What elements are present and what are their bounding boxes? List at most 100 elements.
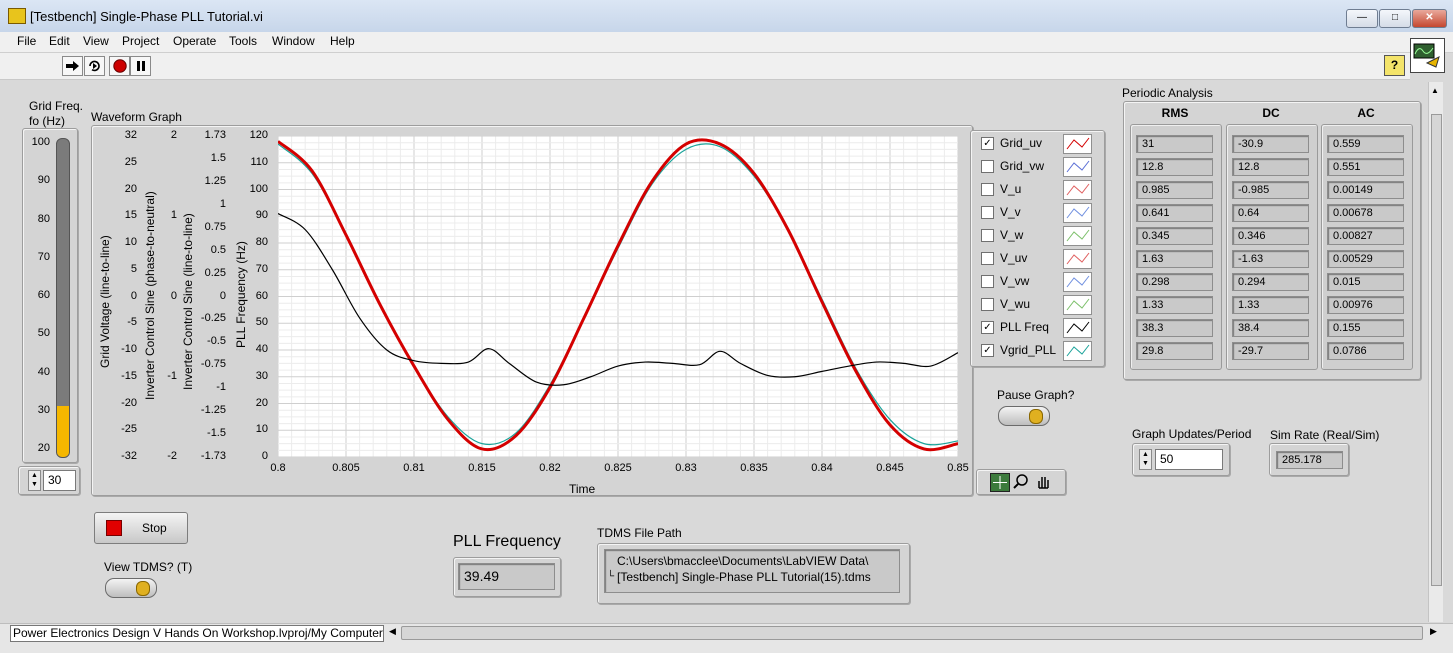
run-continuously-button[interactable] xyxy=(84,56,105,76)
grid-freq-tick: 20 xyxy=(37,442,50,454)
y-axis3-tick: 0.5 xyxy=(210,243,226,256)
legend-plot-swatch[interactable] xyxy=(1063,203,1092,223)
legend-checkbox[interactable] xyxy=(981,183,994,196)
y-axis3-tick: 1.5 xyxy=(210,151,226,164)
legend-item[interactable]: ✓ Grid_uv xyxy=(971,133,1098,156)
menu-project[interactable]: Project xyxy=(122,34,159,48)
graph-updates-label: Graph Updates/Period xyxy=(1132,427,1252,441)
legend-item-label: Grid_vw xyxy=(1000,159,1045,173)
legend-item[interactable]: V_vw xyxy=(971,271,1098,294)
y-axis1-tick: 5 xyxy=(130,262,137,275)
periodic-cell: 0.346 xyxy=(1232,227,1309,245)
grid-freq-tick: 90 xyxy=(37,174,50,187)
minimize-button[interactable]: — xyxy=(1346,9,1378,28)
x-axis-tick: 0.845 xyxy=(876,462,904,474)
legend-plot-swatch[interactable] xyxy=(1063,134,1092,154)
waveform-plot-area[interactable] xyxy=(278,136,958,457)
legend-item[interactable]: ✓ Vgrid_PLL xyxy=(971,340,1098,363)
y-axis4-tick: 70 xyxy=(255,262,268,275)
legend-item[interactable]: V_w xyxy=(971,225,1098,248)
legend-checkbox[interactable] xyxy=(981,160,994,173)
grid-freq-tick: 30 xyxy=(37,403,50,416)
stop-button[interactable]: Stop xyxy=(94,512,188,544)
menu-window[interactable]: Window xyxy=(272,34,315,48)
grid-freq-value-input[interactable]: 30 xyxy=(43,470,76,491)
y-axis3-tick: 0.25 xyxy=(204,266,226,279)
periodic-cell: 0.00149 xyxy=(1327,181,1404,199)
legend-checkbox[interactable] xyxy=(981,229,994,242)
legend-plot-swatch[interactable] xyxy=(1063,318,1092,338)
y-axis3-tick: -1.73 xyxy=(200,450,226,462)
legend-item[interactable]: ✓ PLL Freq xyxy=(971,317,1098,340)
pan-tool[interactable] xyxy=(1034,473,1052,490)
scroll-right-icon[interactable]: ▶ xyxy=(1430,626,1437,637)
periodic-analysis-label: Periodic Analysis xyxy=(1122,86,1213,100)
legend-item-label: V_w xyxy=(1000,228,1024,242)
legend-item-label: PLL Freq xyxy=(1000,320,1049,334)
legend-checkbox[interactable]: ✓ xyxy=(981,321,994,334)
horizontal-scroll-thumb[interactable] xyxy=(401,626,1423,640)
pause-graph-label: Pause Graph? xyxy=(997,388,1075,402)
legend-item-label: Vgrid_PLL xyxy=(1000,343,1057,357)
legend-checkbox[interactable]: ✓ xyxy=(981,137,994,150)
y-axis2-tick: 1 xyxy=(170,209,177,222)
legend-checkbox[interactable]: ✓ xyxy=(981,344,994,357)
legend-checkbox[interactable] xyxy=(981,252,994,265)
y-axis1-tick: -25 xyxy=(121,423,137,436)
menu-tools[interactable]: Tools xyxy=(229,34,257,48)
pan-hand-icon xyxy=(1038,477,1049,489)
legend-item[interactable]: V_v xyxy=(971,202,1098,225)
scroll-up-icon[interactable]: ▲ xyxy=(1431,86,1439,95)
legend-plot-swatch[interactable] xyxy=(1063,249,1092,269)
periodic-cell: 12.8 xyxy=(1136,158,1213,176)
graph-updates-spinner[interactable]: ▲ ▼ xyxy=(1139,449,1152,470)
pause-button[interactable] xyxy=(130,56,151,76)
zoom-tool[interactable] xyxy=(1012,473,1030,490)
window-title: [Testbench] Single-Phase PLL Tutorial.vi xyxy=(30,9,263,24)
legend-checkbox[interactable] xyxy=(981,206,994,219)
scroll-left-icon[interactable]: ◀ xyxy=(389,626,396,637)
periodic-cell: 0.155 xyxy=(1327,319,1404,337)
legend-plot-swatch[interactable] xyxy=(1063,180,1092,200)
menu-file[interactable]: File xyxy=(17,34,36,48)
legend-item[interactable]: V_uv xyxy=(971,248,1098,271)
grid-freq-tick: 70 xyxy=(37,250,50,263)
crosshair-tool[interactable] xyxy=(990,473,1010,492)
y-axis4-tick: 50 xyxy=(255,316,268,329)
pause-graph-toggle[interactable] xyxy=(998,406,1050,426)
y-axis4-tick: 80 xyxy=(255,236,268,248)
abort-button[interactable] xyxy=(109,56,130,76)
legend-plot-swatch[interactable] xyxy=(1063,295,1092,315)
menu-view[interactable]: View xyxy=(83,34,109,48)
legend-plot-swatch[interactable] xyxy=(1063,341,1092,361)
legend-item[interactable]: V_u xyxy=(971,179,1098,202)
menu-edit[interactable]: Edit xyxy=(49,34,70,48)
vertical-scroll-thumb[interactable] xyxy=(1431,114,1442,586)
y-axis3-tick: 0 xyxy=(219,289,226,302)
legend-plot-swatch[interactable] xyxy=(1063,226,1092,246)
menu-operate[interactable]: Operate xyxy=(173,34,216,48)
menu-help[interactable]: Help xyxy=(330,34,355,48)
y-axis2-tick: 0 xyxy=(170,289,177,302)
legend-plot-swatch[interactable] xyxy=(1063,157,1092,177)
legend-checkbox[interactable] xyxy=(981,298,994,311)
view-tdms-toggle[interactable] xyxy=(105,578,157,598)
legend-checkbox[interactable] xyxy=(981,275,994,288)
run-button[interactable] xyxy=(62,56,83,76)
grid-freq-slider-track[interactable] xyxy=(56,138,70,458)
context-help-button[interactable]: ? xyxy=(1384,55,1405,76)
y-axis4-tick: 120 xyxy=(249,129,268,141)
periodic-cell: 0.00529 xyxy=(1327,250,1404,268)
legend-list: ✓ Grid_uv Grid_vw V_u V_v V_w V_uv V_vw V_wu ✓ PLL… xyxy=(971,133,1104,365)
x-axis-tick: 0.8 xyxy=(270,462,286,474)
periodic-cell: 0.559 xyxy=(1327,135,1404,153)
legend-item[interactable]: Grid_vw xyxy=(971,156,1098,179)
grid-freq-spinner[interactable]: ▲ ▼ xyxy=(28,470,41,491)
legend-plot-swatch[interactable] xyxy=(1063,272,1092,292)
graph-updates-input[interactable]: 50 xyxy=(1155,449,1223,470)
vertical-scrollbar[interactable]: ▲ xyxy=(1428,82,1443,622)
close-button[interactable]: ✕ xyxy=(1412,9,1447,28)
legend-item[interactable]: V_wu xyxy=(971,294,1098,317)
legend-item-label: V_u xyxy=(1000,182,1022,196)
maximize-button[interactable]: □ xyxy=(1379,9,1411,28)
